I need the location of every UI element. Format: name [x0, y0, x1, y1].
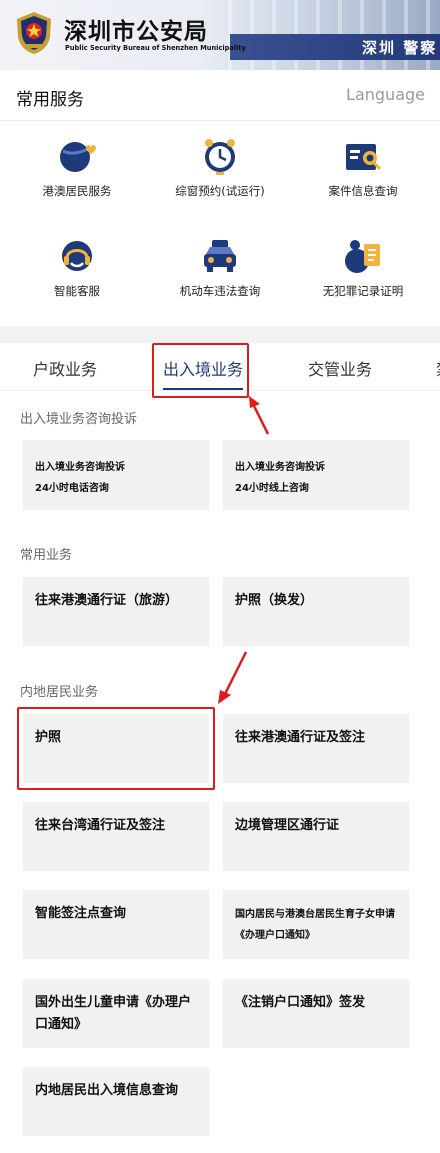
card-passport-renewal[interactable]: 护照（换发）	[223, 577, 409, 646]
arrow-icon	[249, 396, 270, 435]
card-title: 国内居民与港澳台居民生育子女申请《办理户口通知》	[235, 909, 395, 941]
service-label: 智能客服	[54, 284, 100, 298]
services-grid: 港澳居民服务 综窗预约(试运行) 案件信息查询 智能客服 机动车违法查询 无犯罪…	[0, 121, 440, 326]
services-header: 常用服务 Language	[0, 70, 440, 121]
card-title: 国外出生儿童申请《办理户口通知》	[35, 995, 192, 1032]
section-divider	[0, 326, 440, 343]
service-window-appointment[interactable]: 综窗预约(试运行)	[147, 121, 293, 201]
section-title-mainland: 内地居民业务	[20, 685, 99, 700]
card-title: 《注销户口通知》签发	[235, 995, 366, 1010]
card-entry-exit-record-query[interactable]: 内地居民出入境信息查询	[23, 1067, 209, 1136]
certificate-icon	[345, 240, 380, 273]
tab-household[interactable]: 户政业务	[33, 356, 97, 380]
card-title: 出入境业务咨询投诉	[35, 462, 125, 473]
app-subtitle: Public Security Bureau of Shenzhen Munic…	[65, 44, 246, 52]
service-label: 案件信息查询	[328, 184, 398, 198]
headset-icon	[62, 241, 92, 271]
service-label: 港澳居民服务	[42, 184, 112, 198]
card-border-area-permit[interactable]: 边境管理区通行证	[223, 802, 409, 871]
card-child-registration-hmt[interactable]: 国内居民与港澳台居民生育子女申请《办理户口通知》	[223, 890, 409, 959]
card-title: 往来港澳通行证（旅游）	[35, 593, 179, 608]
card-child-born-abroad[interactable]: 国外出生儿童申请《办理户口通知》	[23, 979, 209, 1048]
card-title: 内地居民出入境信息查询	[35, 1083, 179, 1098]
card-title: 护照	[35, 730, 62, 745]
section-title-common: 常用业务	[20, 548, 73, 563]
header-banner: 深圳 警察 深圳市公安局 Public Security Bureau of S…	[0, 0, 440, 70]
card-passport[interactable]: 护照	[23, 714, 209, 783]
services-title: 常用服务	[16, 90, 84, 110]
service-smart-support[interactable]: 智能客服	[4, 221, 150, 301]
service-label: 机动车违法查询	[179, 284, 261, 298]
tab-traffic[interactable]: 交管业务	[308, 356, 372, 380]
section-title-consult: 出入境业务咨询投诉	[20, 412, 138, 427]
tab-more[interactable]: 禁	[436, 356, 440, 380]
service-case-query[interactable]: 案件信息查询	[290, 121, 436, 201]
card-title: 边境管理区通行证	[235, 818, 340, 833]
card-subtitle: 24小时电话咨询	[35, 483, 109, 494]
card-hk-macau-permit-tourism[interactable]: 往来港澳通行证（旅游）	[23, 577, 209, 646]
app-title: 深圳市公安局	[64, 19, 208, 45]
service-no-crime-certificate[interactable]: 无犯罪记录证明	[290, 221, 436, 301]
card-household-cancellation[interactable]: 《注销户口通知》签发	[223, 979, 409, 1048]
service-hk-macau-residents[interactable]: 港澳居民服务	[4, 121, 150, 201]
card-title: 出入境业务咨询投诉	[235, 462, 325, 473]
card-subtitle: 24小时线上咨询	[235, 483, 309, 494]
building-sign: 深圳 警察	[362, 39, 438, 57]
language-link[interactable]: Language	[346, 85, 425, 104]
car-icon	[204, 240, 236, 272]
card-title: 智能签注点查询	[35, 906, 127, 921]
globe-heart-icon	[60, 142, 96, 172]
arrow-icon	[218, 651, 248, 704]
folder-search-icon	[346, 144, 382, 171]
card-title: 护照（换发）	[235, 593, 314, 608]
police-emblem-icon	[17, 12, 51, 54]
alarm-clock-icon	[205, 139, 235, 175]
card-endorsement-point-query[interactable]: 智能签注点查询	[23, 890, 209, 959]
card-taiwan-permit-endorsement[interactable]: 往来台湾通行证及签注	[23, 802, 209, 871]
card-online-consult[interactable]: 出入境业务咨询投诉 24小时线上咨询	[223, 440, 409, 510]
card-phone-consult[interactable]: 出入境业务咨询投诉 24小时电话咨询	[23, 440, 209, 510]
card-title: 往来港澳通行证及签注	[235, 730, 366, 745]
card-hk-macau-permit-endorsement[interactable]: 往来港澳通行证及签注	[223, 714, 409, 783]
service-label: 综窗预约(试运行)	[175, 184, 265, 198]
highlight-box-tab	[152, 343, 249, 398]
service-vehicle-violation[interactable]: 机动车违法查询	[147, 221, 293, 301]
service-label: 无犯罪记录证明	[322, 284, 404, 298]
card-title: 往来台湾通行证及签注	[35, 818, 166, 833]
